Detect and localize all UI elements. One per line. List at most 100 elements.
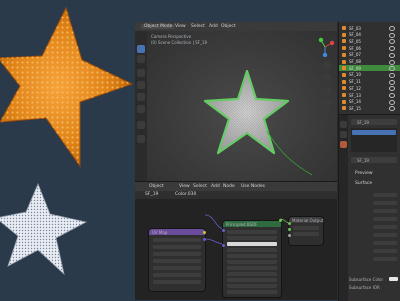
outliner-row[interactable]: SF_09 xyxy=(339,65,400,72)
menu-view[interactable]: View xyxy=(175,24,186,29)
menu-select[interactable]: Select xyxy=(191,24,205,29)
props-object-field[interactable]: SF_19 xyxy=(351,119,397,125)
outliner-row[interactable]: SF_07 xyxy=(339,52,400,58)
preview-section[interactable]: Preview xyxy=(355,171,373,176)
node-menu-select[interactable]: Select xyxy=(193,184,207,189)
material-slot-selected[interactable] xyxy=(352,130,396,135)
3d-viewport[interactable]: Camera Perspective (0) Scene Collection … xyxy=(147,31,337,181)
tool-shelf xyxy=(135,31,147,181)
mesh-object-icon xyxy=(342,93,346,97)
node-material-field[interactable]: Color.030 xyxy=(175,192,196,197)
property-field[interactable] xyxy=(373,257,397,261)
node-menu-object[interactable]: Object xyxy=(149,184,164,189)
zoom-view-icon[interactable] xyxy=(323,61,331,69)
node-object-field[interactable]: SF_19 xyxy=(145,192,158,197)
visibility-eye-icon[interactable] xyxy=(389,46,395,52)
outliner-row[interactable]: SF_15 xyxy=(339,105,400,112)
visibility-eye-icon[interactable] xyxy=(389,93,395,98)
property-field[interactable] xyxy=(373,249,397,253)
material-output-node[interactable]: Material Output xyxy=(288,217,323,245)
tab-material[interactable] xyxy=(340,141,347,148)
visibility-eye-icon[interactable] xyxy=(389,39,395,45)
surface-section[interactable]: Surface xyxy=(355,181,372,186)
viewport-info-camera: Camera Perspective xyxy=(151,34,192,39)
mesh-object-icon xyxy=(342,39,346,44)
mesh-object-icon xyxy=(342,99,346,104)
annotate-tool-icon[interactable] xyxy=(137,121,145,129)
rotate-tool-icon[interactable] xyxy=(137,81,145,89)
properties-editor: SF_19 SF_19 Preview Surface Subsurface C… xyxy=(338,114,400,301)
mode-dropdown[interactable]: Object Mode xyxy=(141,24,176,29)
menu-add[interactable]: Add xyxy=(209,24,218,29)
visibility-eye-icon[interactable] xyxy=(389,66,395,72)
pan-view-icon[interactable] xyxy=(323,73,331,81)
outliner-row[interactable]: SF_04 xyxy=(339,32,400,38)
outliner-row-label: SF_06 xyxy=(349,45,361,51)
property-field[interactable] xyxy=(373,217,397,221)
visibility-eye-icon[interactable] xyxy=(389,86,395,92)
outliner-row[interactable]: SF_12 xyxy=(339,85,400,92)
outliner-row[interactable]: SF_13 xyxy=(339,92,400,98)
surface-shader-field[interactable] xyxy=(373,193,397,197)
mesh-object-icon xyxy=(342,52,346,57)
visibility-eye-icon[interactable] xyxy=(389,26,395,31)
uv-map-node[interactable]: UV Map xyxy=(149,229,206,291)
use-nodes-toggle[interactable]: Use Nodes xyxy=(241,184,265,189)
navigation-gizmo[interactable] xyxy=(315,37,335,57)
visibility-eye-icon[interactable] xyxy=(389,72,395,78)
node-menu-view[interactable]: View xyxy=(179,184,190,189)
menu-object[interactable]: Object xyxy=(221,24,236,29)
outliner-row-label: SF_03 xyxy=(349,25,361,31)
visibility-eye-icon[interactable] xyxy=(389,106,395,112)
props-object-label: SF_19 xyxy=(357,119,369,125)
shading-icons[interactable] xyxy=(285,24,331,39)
move-tool-icon[interactable] xyxy=(137,69,145,77)
select-tool-icon[interactable] xyxy=(137,45,145,53)
outliner-row[interactable]: SF_03 xyxy=(339,25,400,31)
outliner-row-label: SF_05 xyxy=(349,38,361,44)
node-menu-node[interactable]: Node xyxy=(223,184,235,189)
scale-tool-icon[interactable] xyxy=(137,93,145,101)
node-menu-add[interactable]: Add xyxy=(211,184,220,189)
visibility-eye-icon[interactable] xyxy=(389,59,395,65)
outliner-row[interactable]: SF_06 xyxy=(339,45,400,52)
outliner-row[interactable]: SF_08 xyxy=(339,59,400,65)
property-field[interactable] xyxy=(373,241,397,245)
outliner-row-label: SF_04 xyxy=(349,32,361,38)
property-field[interactable] xyxy=(373,209,397,213)
node-editor-header: Object View Select Add Node Use Nodes xyxy=(135,181,337,191)
mesh-object-icon xyxy=(342,86,346,91)
node-canvas[interactable]: UV Map Principled BSDF Material Output xyxy=(135,199,337,300)
measure-tool-icon[interactable] xyxy=(137,135,145,143)
tab-modifiers[interactable] xyxy=(340,131,347,138)
subsurface-color-swatch[interactable] xyxy=(389,277,398,281)
relationship-line xyxy=(267,131,313,176)
tab-object-props[interactable] xyxy=(340,121,347,128)
outliner-row[interactable]: SF_05 xyxy=(339,38,400,45)
visibility-eye-icon[interactable] xyxy=(389,32,395,38)
mesh-object-icon xyxy=(342,32,346,37)
visibility-eye-icon[interactable] xyxy=(389,79,395,85)
visibility-eye-icon[interactable] xyxy=(389,52,395,58)
property-field[interactable] xyxy=(373,233,397,237)
outliner-row[interactable]: SF_14 xyxy=(339,99,400,105)
outliner-row-label: SF_12 xyxy=(349,85,361,91)
outliner-row[interactable]: SF_11 xyxy=(339,79,400,85)
property-field[interactable] xyxy=(373,201,397,205)
outliner-row[interactable]: SF_10 xyxy=(339,72,400,78)
outliner-row-label: SF_13 xyxy=(349,92,361,98)
cursor-tool-icon[interactable] xyxy=(137,55,145,63)
ortho-toggle-icon[interactable] xyxy=(323,99,331,107)
principled-bsdf-node[interactable]: Principled BSDF xyxy=(222,219,282,297)
mesh-object-icon xyxy=(342,46,346,51)
mesh-object-icon xyxy=(342,66,346,71)
property-field[interactable] xyxy=(373,225,397,229)
outliner-row-label: SF_07 xyxy=(349,52,361,58)
uv-node-title: UV Map xyxy=(152,229,168,235)
visibility-eye-icon[interactable] xyxy=(389,99,395,105)
material-name-field[interactable]: SF_19 xyxy=(351,157,397,163)
camera-view-icon[interactable] xyxy=(323,87,331,95)
transform-tool-icon[interactable] xyxy=(137,105,145,113)
material-name-label: SF_19 xyxy=(357,157,369,163)
material-slot-list[interactable] xyxy=(351,128,397,152)
